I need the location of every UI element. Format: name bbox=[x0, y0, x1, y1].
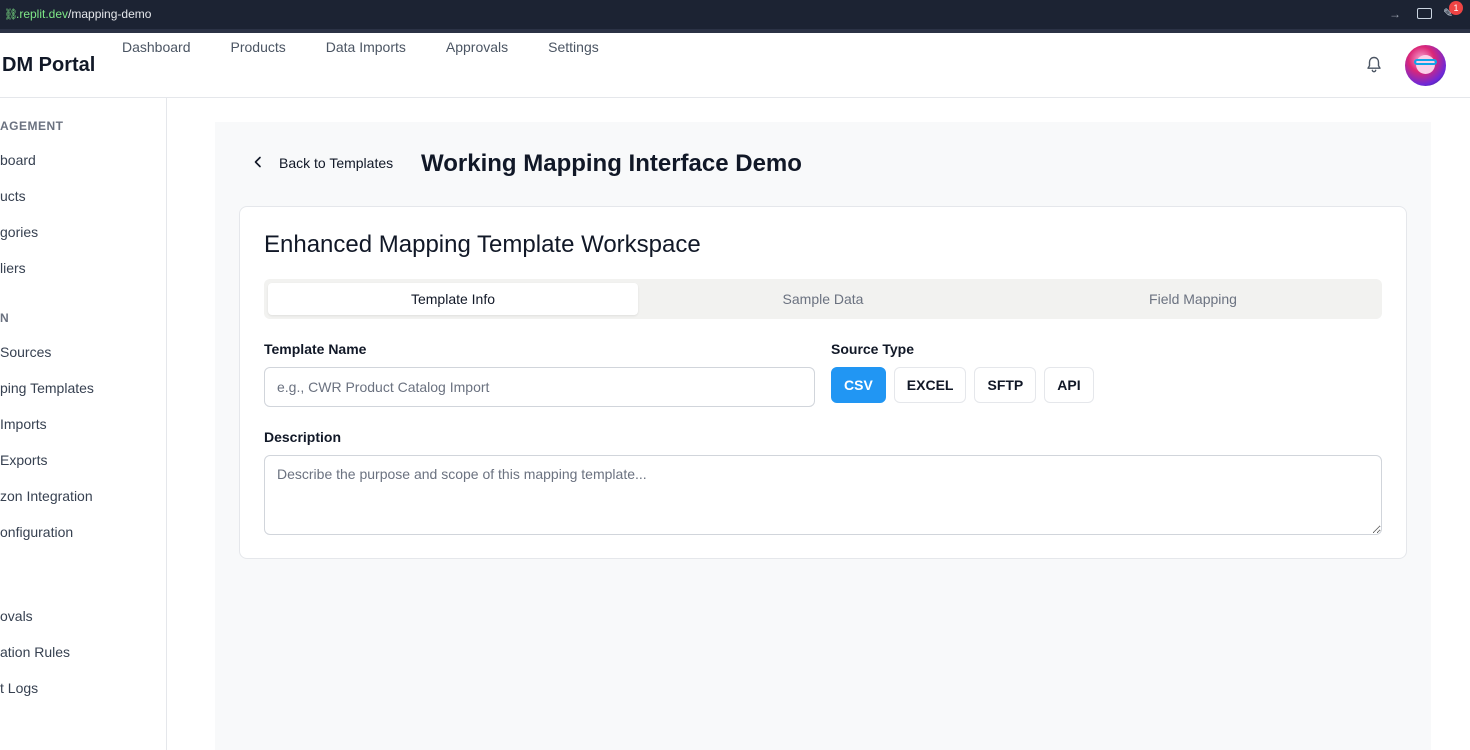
chevron-left-icon bbox=[253, 155, 269, 171]
sidebar-item-mapping-templates[interactable]: ping Templates bbox=[0, 380, 94, 396]
sidebar-item-amazon-integration[interactable]: zon Integration bbox=[0, 488, 93, 504]
nav-products[interactable]: Products bbox=[231, 39, 286, 55]
source-type-group: CSV EXCEL SFTP API bbox=[831, 367, 1094, 403]
source-type-csv-button[interactable]: CSV bbox=[831, 367, 886, 403]
template-name-input[interactable] bbox=[264, 367, 815, 407]
avatar[interactable] bbox=[1405, 45, 1446, 86]
back-to-templates-button[interactable]: Back to Templates bbox=[253, 155, 393, 171]
tab-sample-data[interactable]: Sample Data bbox=[638, 283, 1008, 315]
link-icon: ⛓ bbox=[4, 9, 18, 21]
sidebar-heading-management: AGEMENT bbox=[0, 119, 64, 133]
sidebar-item-audit-logs[interactable]: t Logs bbox=[0, 680, 38, 696]
bell-icon[interactable] bbox=[1366, 56, 1382, 74]
tab-template-info[interactable]: Template Info bbox=[268, 283, 638, 315]
sidebar-item-exports[interactable]: Exports bbox=[0, 452, 47, 468]
nav-settings[interactable]: Settings bbox=[548, 39, 599, 55]
source-type-sftp-button[interactable]: SFTP bbox=[974, 367, 1037, 403]
brand-title[interactable]: DM Portal bbox=[2, 54, 95, 77]
url-display[interactable]: ⛓.replit.dev/mapping-demo bbox=[4, 7, 151, 21]
workspace-title: Enhanced Mapping Template Workspace bbox=[264, 231, 701, 258]
back-label: Back to Templates bbox=[279, 155, 394, 171]
nav-dashboard[interactable]: Dashboard bbox=[122, 39, 191, 55]
sidebar-item-validation-rules[interactable]: ation Rules bbox=[0, 644, 70, 660]
sidebar-item-configuration[interactable]: onfiguration bbox=[0, 524, 73, 540]
tab-field-mapping[interactable]: Field Mapping bbox=[1008, 283, 1378, 315]
url-host: .replit.dev bbox=[16, 7, 69, 21]
description-label: Description bbox=[264, 429, 342, 445]
sidebar-item-approvals[interactable]: ovals bbox=[0, 608, 33, 624]
sidebar-item-dashboard[interactable]: board bbox=[0, 152, 36, 168]
main-nav: Dashboard Products Data Imports Approval… bbox=[122, 39, 639, 55]
nav-data-imports[interactable]: Data Imports bbox=[326, 39, 406, 55]
screen-icon[interactable] bbox=[1417, 8, 1432, 19]
page-title: Working Mapping Interface Demo bbox=[421, 150, 802, 177]
sidebar-item-products[interactable]: ucts bbox=[0, 188, 26, 204]
arrow-right-icon[interactable]: → bbox=[1389, 7, 1401, 21]
description-textarea[interactable] bbox=[264, 455, 1382, 535]
sidebar: AGEMENT board ucts gories liers N Source… bbox=[0, 98, 167, 750]
notification-badge: 1 bbox=[1449, 1, 1463, 15]
sidebar-heading-integration: N bbox=[0, 311, 10, 325]
sidebar-item-suppliers[interactable]: liers bbox=[0, 260, 26, 276]
browser-url-bar: ⛓.replit.dev/mapping-demo → ✎ 1 bbox=[0, 0, 1470, 33]
source-type-excel-button[interactable]: EXCEL bbox=[893, 367, 967, 403]
top-navigation: DM Portal Dashboard Products Data Import… bbox=[0, 33, 1470, 98]
sidebar-item-categories[interactable]: gories bbox=[0, 224, 38, 240]
nav-approvals[interactable]: Approvals bbox=[446, 39, 508, 55]
source-type-label: Source Type bbox=[831, 341, 914, 357]
tab-list: Template Info Sample Data Field Mapping bbox=[264, 279, 1382, 319]
sidebar-item-imports[interactable]: Imports bbox=[0, 416, 47, 432]
source-type-api-button[interactable]: API bbox=[1044, 367, 1094, 403]
url-path: /mapping-demo bbox=[68, 7, 152, 21]
avatar-glasses bbox=[1414, 59, 1437, 65]
template-name-label: Template Name bbox=[264, 341, 367, 357]
workspace-card: Enhanced Mapping Template Workspace Temp… bbox=[239, 206, 1407, 559]
sidebar-item-data-sources[interactable]: Sources bbox=[0, 344, 51, 360]
